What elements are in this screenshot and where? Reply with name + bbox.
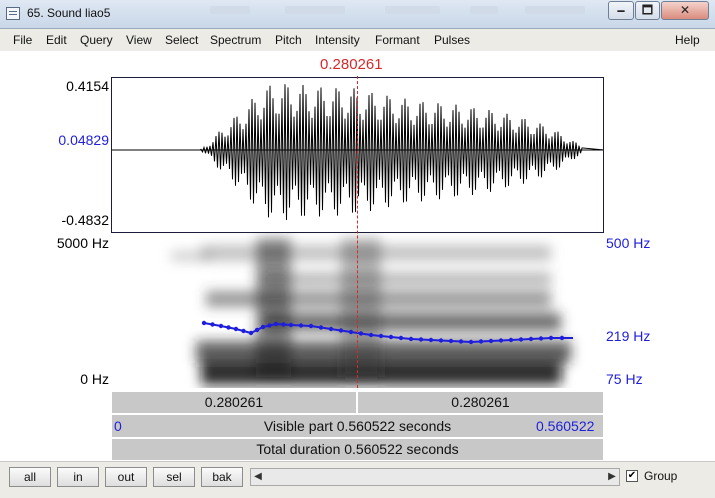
- menu-help[interactable]: Help: [675, 33, 700, 47]
- pitch-point: [478, 339, 484, 344]
- pitch-bottom-label: 75 Hz: [606, 371, 643, 387]
- sel-button[interactable]: sel: [153, 467, 195, 487]
- menu-file[interactable]: File: [13, 33, 32, 47]
- minimize-button[interactable]: 🗕: [608, 1, 634, 20]
- waveform-max-label: 0.4154: [66, 78, 109, 94]
- pitch-point: [528, 336, 534, 342]
- background-ghost: [525, 6, 585, 14]
- pitch-point: [260, 324, 266, 330]
- pitch-point: [254, 327, 260, 333]
- pitch-point: [458, 339, 464, 344]
- pitch-point: [288, 322, 294, 328]
- cursor-line: [357, 76, 358, 388]
- pitch-point: [378, 333, 384, 339]
- spectrogram-harmonics: [206, 351, 566, 381]
- pitch-top-label: 500 Hz: [606, 235, 651, 251]
- background-ghost: [385, 6, 440, 14]
- pitch-point: [468, 339, 474, 345]
- pitch-point: [338, 328, 344, 333]
- pitch-point: [308, 323, 314, 329]
- group-label: Group: [644, 469, 678, 483]
- pitch-point: [241, 328, 246, 334]
- pitch-point: [398, 335, 404, 341]
- visible-part-bar[interactable]: Visible part 0.560522 seconds: [111, 414, 604, 438]
- all-button[interactable]: all: [9, 467, 51, 487]
- pitch-point: [438, 338, 444, 343]
- visible-start-label: 0: [114, 418, 122, 434]
- pitch-point: [508, 337, 514, 343]
- pitch-point: [548, 335, 554, 341]
- waveform-plot: [112, 84, 603, 221]
- waveform-min-label: -0.4832: [61, 212, 109, 228]
- bottom-toolbar: all in out sel bak ◀ ▶ ✔ Group: [0, 461, 715, 498]
- pitch-point: [448, 338, 454, 344]
- menu-select[interactable]: Select: [165, 33, 198, 47]
- menu-query[interactable]: Query: [80, 33, 113, 47]
- background-ghost: [470, 6, 498, 14]
- background-ghost: [285, 6, 345, 14]
- pitch-point: [210, 322, 215, 327]
- horizontal-scrollbar[interactable]: ◀ ▶: [250, 468, 620, 486]
- title-bar: 65. Sound liao5 🗕 🗖 ✕: [0, 0, 715, 29]
- background-ghost: [210, 6, 250, 14]
- bak-button[interactable]: bak: [201, 467, 243, 487]
- pitch-point: [233, 326, 239, 332]
- pitch-cursor-label: 219 Hz: [606, 328, 651, 344]
- pitch-point: [201, 320, 207, 326]
- app-icon: [6, 7, 20, 20]
- maximize-icon: 🗖: [641, 3, 654, 17]
- pitch-point: [318, 325, 324, 330]
- pitch-point: [281, 322, 286, 327]
- waveform-trace: [112, 84, 603, 221]
- time-bar-left[interactable]: 0.280261: [111, 391, 357, 414]
- close-button[interactable]: ✕: [661, 1, 709, 20]
- maximize-button[interactable]: 🗖: [635, 1, 660, 20]
- pitch-point: [226, 325, 231, 330]
- menu-intensity[interactable]: Intensity: [315, 33, 360, 47]
- menu-view[interactable]: View: [126, 33, 152, 47]
- menu-pulses[interactable]: Pulses: [434, 33, 470, 47]
- pitch-point: [328, 326, 334, 332]
- pitch-point: [388, 334, 394, 340]
- pitch-point: [418, 337, 424, 342]
- scroll-right-icon[interactable]: ▶: [605, 469, 619, 485]
- menu-bar: File Edit Query View Select Spectrum Pit…: [0, 29, 715, 52]
- spectrogram-top-label: 5000 Hz: [56, 235, 109, 251]
- waveform-cursor-value: 0.04829: [58, 132, 109, 148]
- scroll-left-icon[interactable]: ◀: [251, 469, 265, 485]
- in-button[interactable]: in: [57, 467, 99, 487]
- pitch-point: [348, 329, 354, 335]
- pitch-point: [518, 337, 524, 342]
- pitch-point: [273, 321, 279, 327]
- pitch-point: [298, 323, 304, 328]
- pitch-point: [267, 323, 272, 328]
- menu-spectrum[interactable]: Spectrum: [210, 33, 261, 47]
- out-button[interactable]: out: [105, 467, 147, 487]
- spectrogram-bottom-label: 0 Hz: [80, 371, 109, 387]
- visible-part-label: Visible part 0.560522 seconds: [263, 418, 452, 434]
- cursor-time-label: 0.280261: [320, 56, 383, 73]
- menu-pitch[interactable]: Pitch: [275, 33, 302, 47]
- pitch-point: [218, 323, 224, 329]
- check-icon: ✔: [627, 470, 637, 481]
- window-title: 65. Sound liao5: [27, 6, 111, 20]
- group-checkbox[interactable]: ✔: [626, 470, 638, 482]
- pitch-point: [488, 338, 494, 344]
- pitch-point: [408, 336, 414, 342]
- pitch-point: [498, 338, 504, 343]
- pitch-point: [358, 331, 364, 336]
- pitch-point: [248, 330, 254, 336]
- pitch-point: [538, 336, 544, 341]
- menu-edit[interactable]: Edit: [46, 33, 67, 47]
- pitch-point: [559, 335, 565, 341]
- visible-end-label: 0.560522: [536, 418, 595, 434]
- total-duration-bar[interactable]: Total duration 0.560522 seconds: [111, 438, 604, 461]
- minimize-icon: 🗕: [616, 3, 626, 17]
- pitch-point: [428, 337, 434, 343]
- time-bar-right[interactable]: 0.280261: [357, 391, 604, 414]
- pitch-point: [368, 332, 374, 338]
- menu-formant[interactable]: Formant: [375, 33, 420, 47]
- close-icon: ✕: [679, 3, 691, 17]
